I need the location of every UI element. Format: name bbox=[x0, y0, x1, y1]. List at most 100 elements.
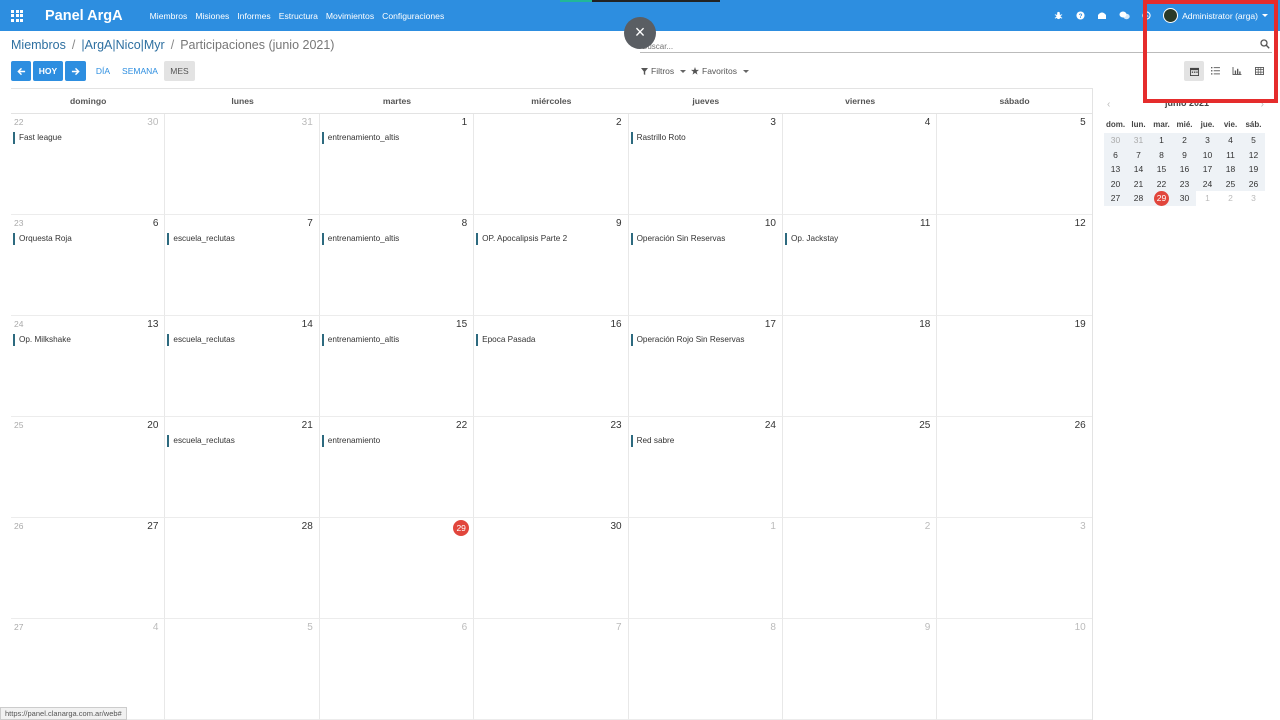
calendar-event[interactable]: entrenamiento bbox=[321, 435, 469, 447]
calendar-day-cell[interactable]: 14 escuela_reclutas bbox=[165, 316, 320, 417]
mini-day[interactable]: 20 bbox=[1104, 176, 1127, 191]
calendar-day-cell[interactable]: 1 bbox=[628, 518, 783, 619]
mini-day[interactable]: 2 bbox=[1219, 191, 1242, 206]
calendar-event[interactable]: escuela_reclutas bbox=[167, 233, 314, 245]
calendar-event[interactable]: Red sabre bbox=[630, 435, 778, 447]
calendar-day-cell[interactable]: 18 bbox=[782, 316, 938, 417]
breadcrumb-item-miembros[interactable]: Miembros bbox=[11, 38, 66, 52]
mini-day[interactable]: 8 bbox=[1150, 147, 1173, 162]
calendar-event[interactable]: Epoca Pasada bbox=[476, 334, 623, 346]
calendar-event[interactable]: Op. Milkshake bbox=[13, 334, 160, 346]
mini-day[interactable]: 18 bbox=[1219, 162, 1242, 177]
today-button[interactable]: HOY bbox=[33, 61, 63, 81]
close-button[interactable]: × bbox=[624, 17, 656, 49]
menu-item-misiones[interactable]: Misiones bbox=[195, 11, 229, 21]
mini-day[interactable]: 11 bbox=[1219, 147, 1242, 162]
mini-day[interactable]: 30 bbox=[1173, 191, 1196, 206]
mini-day[interactable]: 1 bbox=[1196, 191, 1219, 206]
calendar-event[interactable]: Operación Sin Reservas bbox=[630, 233, 778, 245]
calendar-day-cell[interactable]: 22 entrenamiento bbox=[319, 417, 475, 518]
scale-month-button[interactable]: MES bbox=[164, 61, 195, 81]
mini-day[interactable]: 23 bbox=[1173, 176, 1196, 191]
menu-item-estructura[interactable]: Estructura bbox=[279, 11, 318, 21]
next-button[interactable] bbox=[65, 61, 86, 81]
calendar-event[interactable]: Fast league bbox=[13, 132, 160, 144]
calendar-day-cell[interactable]: 2 bbox=[782, 518, 938, 619]
calendar-day-cell[interactable]: 6 bbox=[319, 619, 475, 720]
calendar-day-cell[interactable]: 24 Red sabre bbox=[628, 417, 783, 518]
mini-day[interactable]: 9 bbox=[1173, 147, 1196, 162]
calendar-day-cell[interactable]: 12 bbox=[937, 215, 1092, 316]
calendar-day-cell[interactable]: 25 20 bbox=[11, 417, 166, 518]
mini-day[interactable]: 3 bbox=[1242, 191, 1265, 206]
scale-day-button[interactable]: DÍA bbox=[91, 61, 115, 81]
mini-day[interactable]: 1 bbox=[1150, 133, 1173, 148]
calendar-day-cell[interactable]: 2 bbox=[474, 114, 629, 215]
calendar-day-cell[interactable]: 10 Operación Sin Reservas bbox=[628, 215, 783, 316]
calendar-day-cell[interactable]: 15 entrenamiento_altis bbox=[319, 316, 475, 417]
mini-today[interactable]: 29 bbox=[1150, 191, 1173, 206]
mini-day[interactable]: 6 bbox=[1104, 147, 1127, 162]
calendar-day-cell[interactable]: 21 escuela_reclutas bbox=[165, 417, 320, 518]
calendar-day-cell[interactable]: 3 bbox=[937, 518, 1092, 619]
calendar-event[interactable]: escuela_reclutas bbox=[167, 435, 314, 447]
mini-day[interactable]: 30 bbox=[1104, 133, 1127, 148]
filters-dropdown[interactable]: Filtros bbox=[641, 66, 687, 76]
calendar-day-cell[interactable]: 5 bbox=[165, 619, 320, 720]
mini-day[interactable]: 10 bbox=[1196, 147, 1219, 162]
app-brand[interactable]: Panel ArgA bbox=[45, 8, 123, 24]
mini-day[interactable]: 19 bbox=[1242, 162, 1265, 177]
mini-day[interactable]: 21 bbox=[1127, 176, 1150, 191]
mini-day[interactable]: 2 bbox=[1173, 133, 1196, 148]
menu-item-miembros[interactable]: Miembros bbox=[150, 11, 188, 21]
mini-day[interactable]: 28 bbox=[1127, 191, 1150, 206]
calendar-event[interactable]: Operación Rojo Sin Reservas bbox=[630, 334, 778, 346]
calendar-day-cell[interactable]: 5 bbox=[937, 114, 1092, 215]
mini-day[interactable]: 3 bbox=[1196, 133, 1219, 148]
calendar-day-cell[interactable]: 30 bbox=[474, 518, 629, 619]
calendar-event[interactable]: entrenamiento_altis bbox=[321, 132, 469, 144]
calendar-day-cell[interactable]: 23 6 Orquesta Roja bbox=[11, 215, 166, 316]
calendar-day-cell[interactable]: 23 bbox=[474, 417, 629, 518]
calendar-day-cell[interactable]: 29 bbox=[319, 518, 475, 619]
calendar-event[interactable]: OP. Apocalipsis Parte 2 bbox=[476, 233, 623, 245]
calendar-day-cell[interactable]: 19 bbox=[937, 316, 1092, 417]
mini-day[interactable]: 26 bbox=[1242, 176, 1265, 191]
calendar-day-cell[interactable]: 9 bbox=[782, 619, 938, 720]
apps-menu-icon[interactable] bbox=[0, 0, 34, 31]
calendar-day-cell[interactable]: 11 Op. Jackstay bbox=[782, 215, 938, 316]
mini-day[interactable]: 17 bbox=[1196, 162, 1219, 177]
mini-day[interactable]: 12 bbox=[1242, 147, 1265, 162]
mini-day[interactable]: 27 bbox=[1104, 191, 1127, 206]
bug-icon[interactable] bbox=[1047, 0, 1069, 31]
menu-item-movimientos[interactable]: Movimientos bbox=[326, 11, 374, 21]
calendar-day-cell[interactable]: 22 30 Fast league bbox=[11, 114, 166, 215]
calendar-day-cell[interactable]: 25 bbox=[782, 417, 938, 518]
calendar-day-cell[interactable]: 31 bbox=[165, 114, 320, 215]
calendar-day-cell[interactable]: 8 bbox=[628, 619, 783, 720]
calendar-day-cell[interactable]: 24 13 Op. Milkshake bbox=[11, 316, 166, 417]
menu-item-informes[interactable]: Informes bbox=[237, 11, 270, 21]
mini-day[interactable]: 14 bbox=[1127, 162, 1150, 177]
chat-icon[interactable] bbox=[1113, 0, 1135, 31]
calendar-day-cell[interactable]: 7 bbox=[474, 619, 629, 720]
mini-day[interactable]: 25 bbox=[1219, 176, 1242, 191]
calendar-day-cell[interactable]: 17 Operación Rojo Sin Reservas bbox=[628, 316, 783, 417]
mini-day[interactable]: 31 bbox=[1127, 133, 1150, 148]
mini-day[interactable]: 4 bbox=[1219, 133, 1242, 148]
calendar-day-cell[interactable]: 3 Rastrillo Roto bbox=[628, 114, 783, 215]
calendar-event[interactable]: Op. Jackstay bbox=[784, 233, 932, 245]
mini-day[interactable]: 13 bbox=[1104, 162, 1127, 177]
help-icon[interactable]: ? bbox=[1069, 0, 1091, 31]
favorites-dropdown[interactable]: Favoritos bbox=[691, 66, 749, 76]
mini-day[interactable]: 24 bbox=[1196, 176, 1219, 191]
calendar-day-cell[interactable]: 4 bbox=[782, 114, 938, 215]
calendar-day-cell[interactable]: 28 bbox=[165, 518, 320, 619]
breadcrumb-item-member[interactable]: |ArgA|Nico|Myr bbox=[81, 38, 164, 52]
mini-day[interactable]: 15 bbox=[1150, 162, 1173, 177]
calendar-event[interactable]: escuela_reclutas bbox=[167, 334, 314, 346]
calendar-day-cell[interactable]: 1 entrenamiento_altis bbox=[319, 114, 475, 215]
calendar-day-cell[interactable]: 16 Epoca Pasada bbox=[474, 316, 629, 417]
shop-icon[interactable] bbox=[1091, 0, 1113, 31]
calendar-day-cell[interactable]: 9 OP. Apocalipsis Parte 2 bbox=[474, 215, 629, 316]
